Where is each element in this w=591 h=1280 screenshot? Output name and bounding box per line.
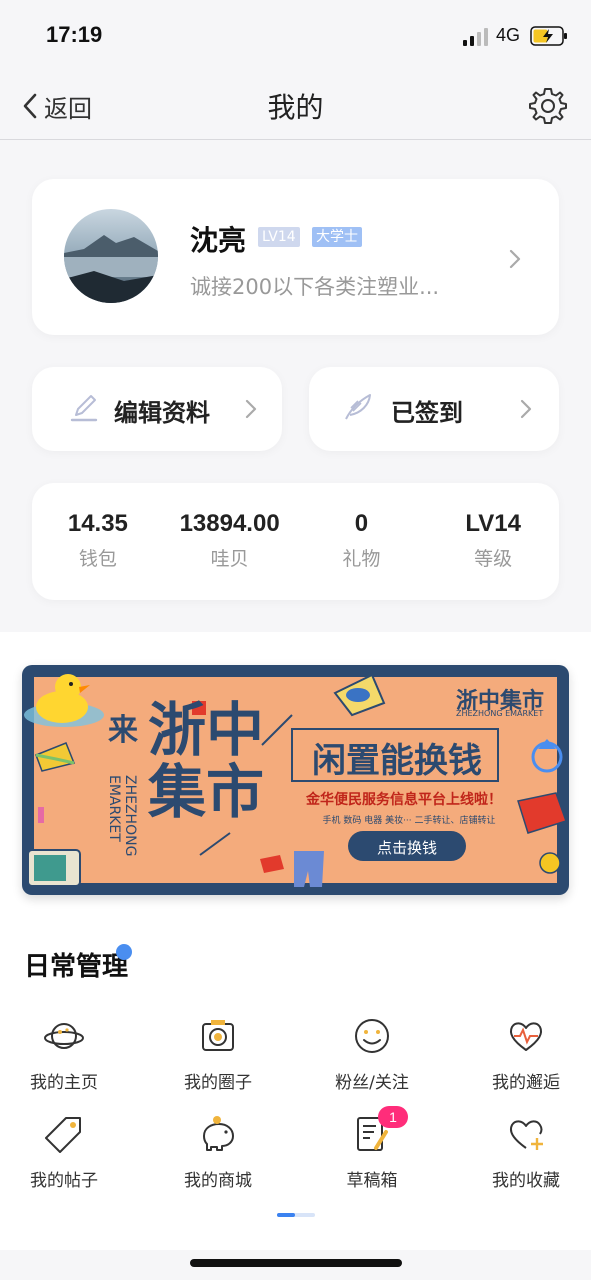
sign-in-label: 已签到 xyxy=(391,399,463,427)
grid-label: 我的邂逅 xyxy=(492,1073,560,1093)
chevron-right-icon xyxy=(245,399,257,419)
profile-name: 沈亮 xyxy=(190,224,247,257)
section-title: 日常管理 xyxy=(24,952,129,982)
profile-bio: 诚接200以下各类注塑业... xyxy=(190,275,440,299)
edit-profile-button[interactable]: 编辑资料 xyxy=(32,367,282,451)
smiley-icon xyxy=(355,1019,389,1053)
stats-card: 14.35 钱包 13894.00 哇贝 0 礼物 LV14 等级 xyxy=(32,483,559,600)
avatar xyxy=(64,209,158,303)
grid-label: 我的帖子 xyxy=(30,1171,98,1191)
promo-banner[interactable]: 来 浙中集市 ZHEZHONG EMARKET 浙中集市 ZHEZHONG EM… xyxy=(22,665,569,895)
section-dot xyxy=(116,944,132,960)
profile-card[interactable]: 沈亮 LV14 大学士 诚接200以下各类注塑业... xyxy=(32,179,559,335)
banner-lai: 来 xyxy=(108,713,138,748)
settings-gear-icon[interactable] xyxy=(528,86,568,126)
network-type: 4G xyxy=(496,25,521,45)
grid-item-circles[interactable]: 我的圈子 xyxy=(148,1016,288,1096)
heart-plus-icon xyxy=(509,1120,543,1150)
status-time: 17:19 xyxy=(46,22,103,47)
planet-icon xyxy=(44,1023,84,1049)
grid-label: 粉丝/关注 xyxy=(335,1073,409,1093)
page-title: 我的 xyxy=(267,91,324,124)
stat-value: LV14 xyxy=(465,510,521,537)
grid-item-mall[interactable]: 我的商城 xyxy=(148,1114,288,1194)
stat-value: 13894.00 xyxy=(179,510,280,537)
grid-item-homepage[interactable]: 我的主页 xyxy=(0,1016,134,1096)
banner-brand-en: ZHEZHONG EMARKET xyxy=(106,775,138,857)
battery-charging-icon xyxy=(530,26,567,46)
grid-label: 我的商城 xyxy=(184,1171,252,1191)
grid-label: 我的圈子 xyxy=(184,1073,252,1093)
draft-count-badge: 1 xyxy=(378,1106,408,1128)
feather-icon xyxy=(345,394,371,420)
sign-in-button[interactable]: 已签到 xyxy=(309,367,559,451)
banner-logo-en: ZHEZHONG EMARKET xyxy=(456,709,544,718)
status-bar: 17:19 4G xyxy=(0,0,591,72)
grid-label: 草稿箱 xyxy=(346,1171,398,1191)
stat-gifts[interactable]: 0 礼物 xyxy=(296,483,428,600)
banner-brand: 浙中集市 xyxy=(148,696,265,826)
banner-cta[interactable]: 点击换钱 xyxy=(348,837,466,858)
stat-label: 哇贝 xyxy=(210,548,249,570)
page-indicator xyxy=(277,1213,315,1217)
stat-wabei[interactable]: 13894.00 哇贝 xyxy=(164,483,296,600)
stat-label: 钱包 xyxy=(78,548,117,570)
nav-bar: 返回 我的 xyxy=(0,72,591,140)
banner-headline: 闲置能换钱 xyxy=(312,741,482,781)
stat-label: 等级 xyxy=(474,548,513,570)
stat-value: 14.35 xyxy=(67,510,128,537)
banner-categories: 手机 数码 电器 美妆··· 二手转让、店铺转让 xyxy=(322,816,496,826)
stat-wallet[interactable]: 14.35 钱包 xyxy=(32,483,164,600)
grid-item-encounters[interactable]: 我的邂逅 xyxy=(456,1016,591,1096)
page-indicator-active xyxy=(277,1213,295,1217)
edit-profile-label: 编辑资料 xyxy=(114,399,210,427)
heartbeat-icon xyxy=(509,1022,543,1051)
banner-subline: 金华便民服务信息平台上线啦！ xyxy=(306,792,502,808)
camera-icon xyxy=(202,1020,234,1051)
pencil-icon xyxy=(70,395,98,422)
grid-label: 我的收藏 xyxy=(492,1171,560,1191)
home-indicator[interactable] xyxy=(190,1259,402,1267)
grid-item-posts[interactable]: 我的帖子 xyxy=(0,1114,134,1194)
stat-level[interactable]: LV14 等级 xyxy=(427,483,559,600)
grid-item-favorites[interactable]: 我的收藏 xyxy=(456,1114,591,1194)
stat-value: 0 xyxy=(354,510,369,537)
chevron-right-icon xyxy=(509,249,521,269)
grid-item-followers[interactable]: 粉丝/关注 xyxy=(302,1016,442,1096)
grid-label: 我的主页 xyxy=(30,1073,98,1093)
level-badge: LV14 xyxy=(258,227,300,247)
chevron-right-icon xyxy=(520,399,532,419)
piggy-bank-icon xyxy=(203,1116,234,1151)
stat-label: 礼物 xyxy=(342,548,381,570)
signal-icon xyxy=(463,28,488,46)
grid-item-drafts[interactable]: 草稿箱 1 xyxy=(302,1106,442,1194)
title-badge: 大学士 xyxy=(312,227,362,247)
tag-icon xyxy=(45,1117,81,1153)
